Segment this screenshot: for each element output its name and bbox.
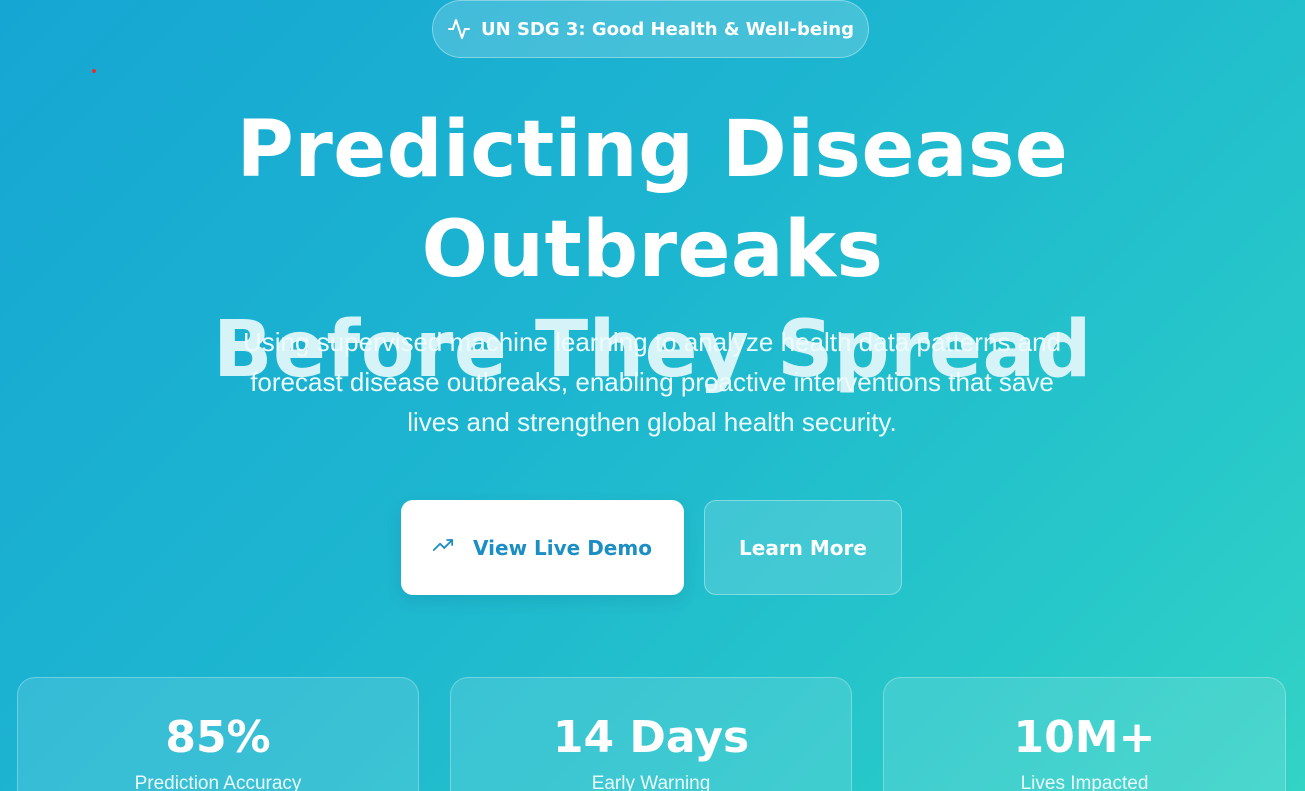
subtitle-line-1: Using supervised machine learning to ana… xyxy=(242,327,1062,357)
stat-card-lives-impacted: 10M+ Lives Impacted xyxy=(883,677,1286,791)
stat-label: Prediction Accuracy xyxy=(134,773,302,791)
activity-pulse-icon xyxy=(447,17,471,41)
view-live-demo-button[interactable]: View Live Demo xyxy=(401,500,684,595)
stat-label: Early Warning xyxy=(591,773,711,791)
learn-more-button[interactable]: Learn More xyxy=(704,500,902,595)
subtitle-line-2: forecast disease outbreaks, enabling pro… xyxy=(250,367,1054,397)
subtitle-line-3: lives and strengthen global health secur… xyxy=(407,407,897,437)
learn-more-label: Learn More xyxy=(739,535,867,560)
cursor-dot xyxy=(92,69,96,73)
stat-label: Lives Impacted xyxy=(1020,773,1149,791)
hero-section: UN SDG 3: Good Health & Well-being Predi… xyxy=(0,0,1305,791)
stat-card-early-warning: 14 Days Early Warning xyxy=(450,677,852,791)
hero-subtitle: Using supervised machine learning to ana… xyxy=(152,322,1152,442)
stat-value: 14 Days xyxy=(552,712,750,763)
title-line-1: Predicting Disease Outbreaks xyxy=(236,105,1069,295)
stat-value: 10M+ xyxy=(1013,712,1156,763)
stat-card-accuracy: 85% Prediction Accuracy xyxy=(17,677,419,791)
stat-value: 85% xyxy=(165,712,271,763)
sdg-badge: UN SDG 3: Good Health & Well-being xyxy=(432,0,869,58)
sdg-badge-label: UN SDG 3: Good Health & Well-being xyxy=(481,18,854,40)
trending-up-icon xyxy=(432,535,454,560)
view-live-demo-label: View Live Demo xyxy=(473,535,652,560)
